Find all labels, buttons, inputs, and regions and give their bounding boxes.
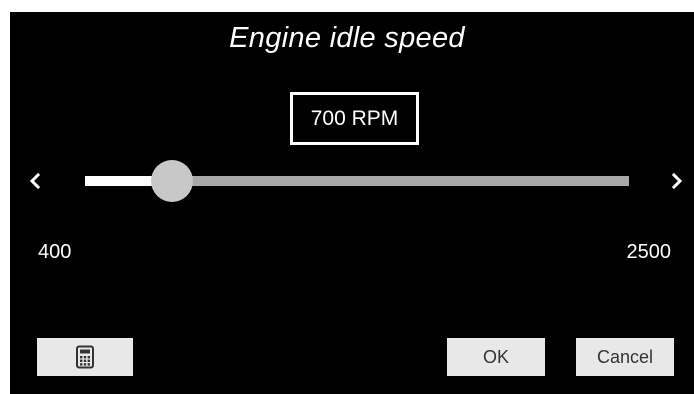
slider-max-label: 2500 [626,241,672,263]
slider-track[interactable] [85,160,629,202]
decrease-button[interactable] [20,168,50,194]
keypad-button[interactable] [37,338,133,376]
idle-speed-dialog: Engine idle speed 700 RPM 400 2500 OK Ca… [10,12,694,394]
cancel-button[interactable]: Cancel [576,338,674,376]
value-display-text: 700 RPM [310,106,399,130]
slider-min-label: 400 [38,241,72,263]
value-display: 700 RPM [290,92,419,145]
chevron-right-icon [671,172,683,190]
increase-button[interactable] [662,168,692,194]
calculator-icon [76,345,94,369]
ok-button[interactable]: OK [447,338,545,376]
slider-thumb[interactable] [151,160,194,202]
dialog-title: Engine idle speed [229,22,465,54]
chevron-left-icon [29,172,41,190]
